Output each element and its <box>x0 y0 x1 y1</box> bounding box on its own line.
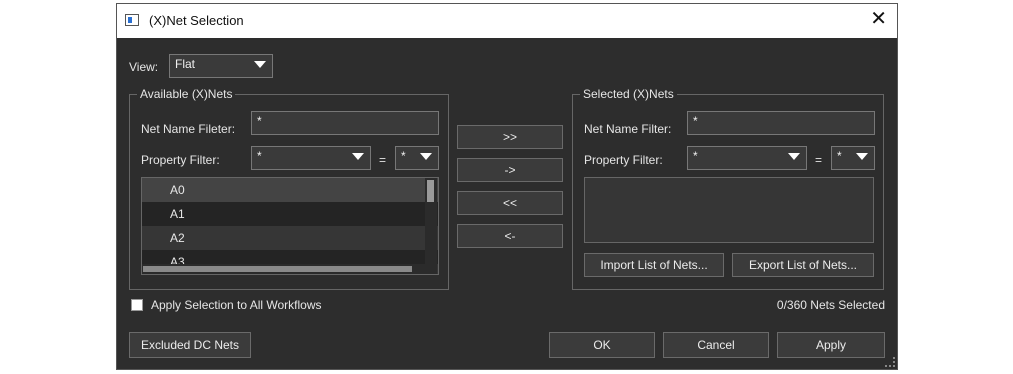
selected-equals: = <box>815 153 823 167</box>
add-all-button[interactable]: >> <box>457 125 563 149</box>
available-nets-title: Available (X)Nets <box>137 87 236 101</box>
view-label: View: <box>129 60 159 74</box>
available-property-select[interactable]: * <box>251 146 371 170</box>
selected-property-value: * <box>693 149 698 163</box>
chevron-down-icon <box>254 61 266 68</box>
selected-property-filter-label: Property Filter: <box>584 153 663 167</box>
resize-grip-icon[interactable] <box>885 357 895 367</box>
available-name-filter-input[interactable]: * <box>251 111 439 135</box>
selected-property-select[interactable]: * <box>687 146 807 170</box>
net-selection-dialog: (X)Net Selection ✕ View: Flat Available … <box>116 3 898 370</box>
selected-name-filter-label: Net Name Filter: <box>584 122 672 136</box>
horizontal-scrollbar[interactable] <box>142 264 437 274</box>
list-item[interactable]: A1 <box>142 202 438 226</box>
scrollbar-thumb[interactable] <box>143 266 412 272</box>
chevron-down-icon <box>788 153 800 160</box>
view-select[interactable]: Flat <box>169 54 273 78</box>
list-item[interactable]: A0 <box>142 178 438 202</box>
remove-button[interactable]: <- <box>457 224 563 248</box>
export-list-button[interactable]: Export List of Nets... <box>732 253 874 277</box>
available-name-filter-label: Net Name Fileter: <box>141 122 236 136</box>
chevron-down-icon <box>352 153 364 160</box>
cancel-button[interactable]: Cancel <box>663 332 769 358</box>
status-text: 0/360 Nets Selected <box>776 298 885 312</box>
selected-name-filter-input[interactable]: * <box>687 111 875 135</box>
available-property-rhs-select[interactable]: * <box>395 146 439 170</box>
available-equals: = <box>379 153 387 167</box>
ok-button[interactable]: OK <box>549 332 655 358</box>
import-list-button[interactable]: Import List of Nets... <box>584 253 724 277</box>
add-button[interactable]: -> <box>457 158 563 182</box>
available-property-filter-label: Property Filter: <box>141 153 220 167</box>
close-icon[interactable]: ✕ <box>870 9 887 29</box>
view-value: Flat <box>175 57 196 71</box>
list-item[interactable]: A3 <box>142 250 438 269</box>
available-nets-list[interactable]: A0 A1 A2 A3 <box>141 177 439 275</box>
scrollbar-thumb[interactable] <box>427 180 434 202</box>
title-bar: (X)Net Selection ✕ <box>117 4 897 38</box>
window-title: (X)Net Selection <box>149 13 244 28</box>
list-item[interactable]: A2 <box>142 226 438 250</box>
vertical-scrollbar[interactable] <box>425 178 437 264</box>
chevron-down-icon <box>856 153 868 160</box>
selected-property-rhs-select[interactable]: * <box>831 146 875 170</box>
selected-nets-title: Selected (X)Nets <box>580 87 677 101</box>
available-property-value: * <box>257 149 262 163</box>
app-icon <box>125 14 139 26</box>
available-property-rhs-value: * <box>401 149 406 163</box>
chevron-down-icon <box>420 153 432 160</box>
apply-all-checkbox[interactable] <box>131 299 143 311</box>
selected-property-rhs-value: * <box>837 149 842 163</box>
excluded-dc-nets-button[interactable]: Excluded DC Nets <box>129 332 251 358</box>
remove-all-button[interactable]: << <box>457 191 563 215</box>
apply-all-label: Apply Selection to All Workflows <box>151 298 322 312</box>
apply-button[interactable]: Apply <box>777 332 885 358</box>
selected-nets-list[interactable] <box>584 177 874 243</box>
